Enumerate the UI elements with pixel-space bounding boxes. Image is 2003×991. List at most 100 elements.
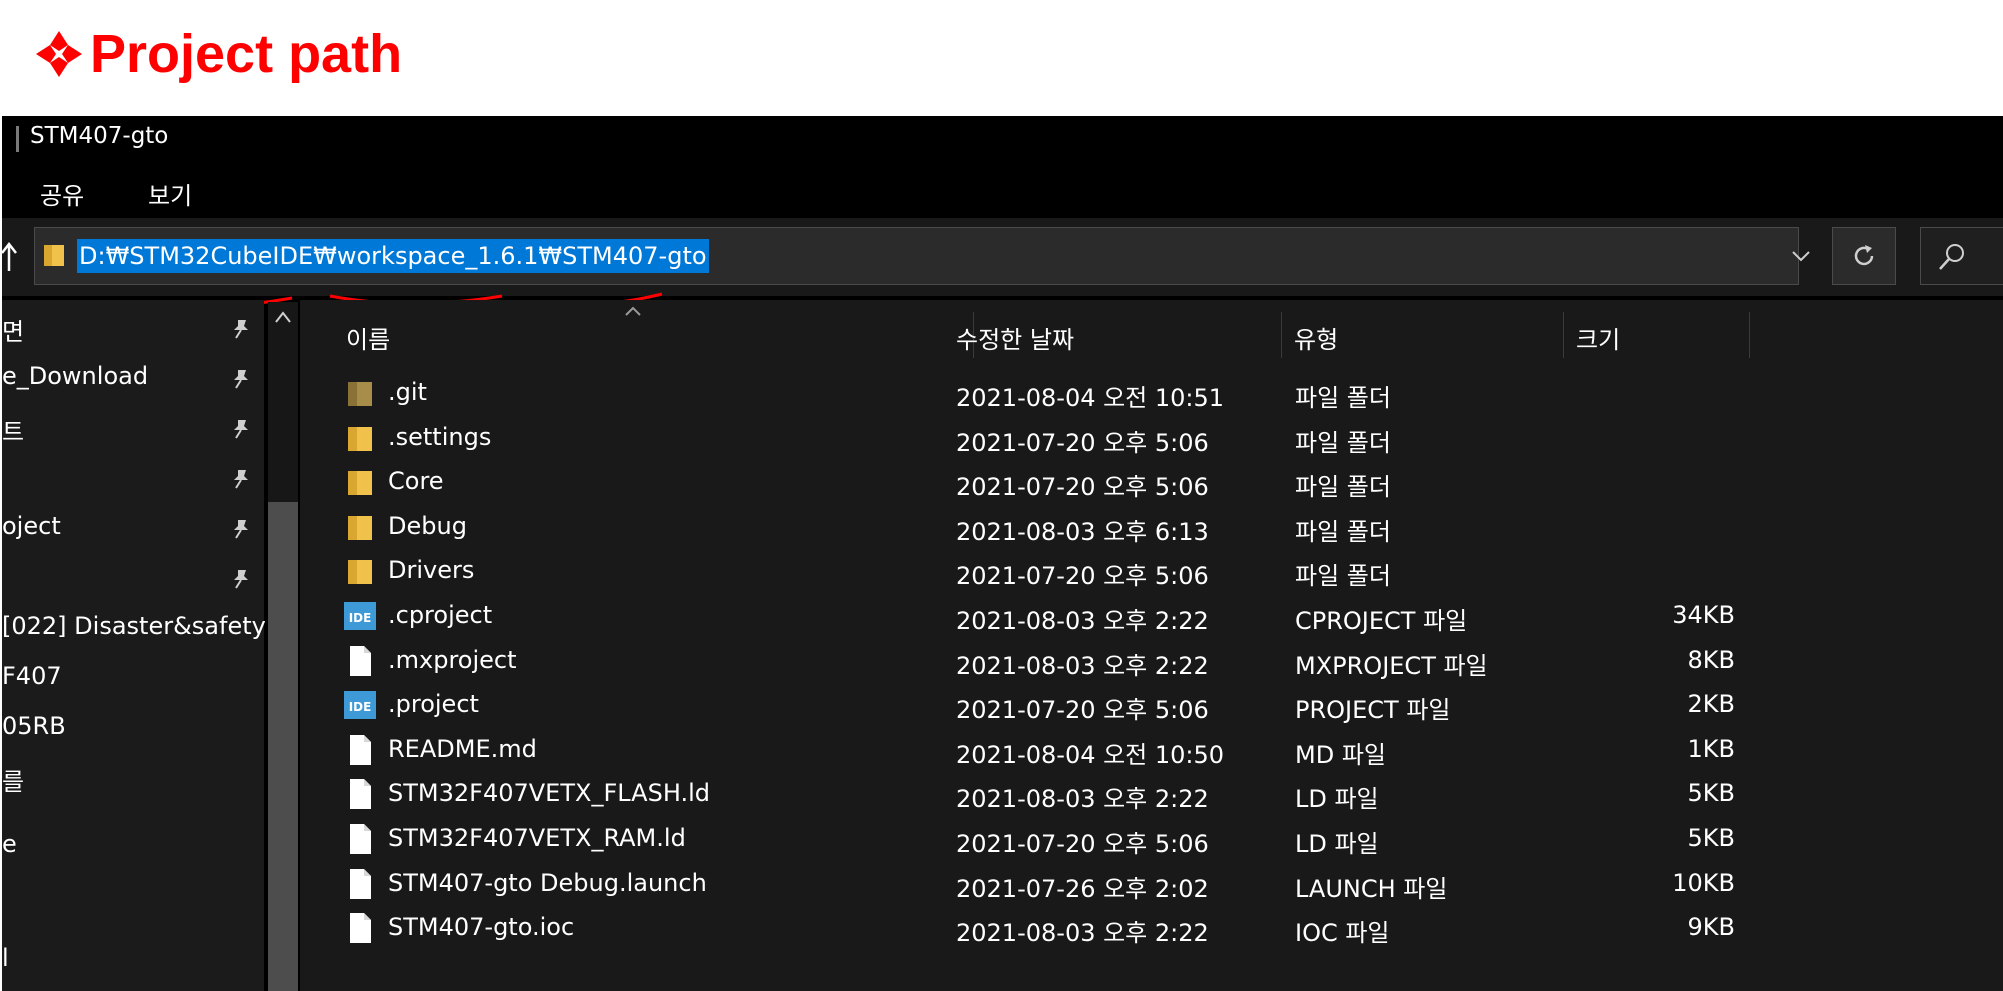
document-icon <box>350 734 371 765</box>
file-name: STM407-gto Debug.launch <box>388 868 707 897</box>
file-row[interactable]: README.md 2021-08-04 오전 10:50 MD 파일 1KB <box>300 729 1750 773</box>
file-row[interactable]: .mxproject 2021-08-03 오후 2:22 MXPROJECT 파일… <box>300 640 1750 684</box>
file-name: STM32F407VETX_RAM.ld <box>388 824 686 852</box>
nav-item-5[interactable]: oject <box>2 508 262 548</box>
ide-file-icon: IDE <box>344 691 376 720</box>
file-size-cell: 9KB <box>1585 907 1735 951</box>
ribbon-tab-view[interactable]: 보기 <box>148 176 192 211</box>
file-type: 파일 폴더 <box>1295 428 1391 457</box>
file-size-cell: 8KB <box>1585 640 1735 684</box>
document-icon <box>350 868 371 899</box>
chevron-up-icon[interactable] <box>274 310 292 324</box>
up-arrow-icon[interactable] <box>2 239 20 275</box>
file-type: 파일 폴더 <box>1295 473 1391 502</box>
nav-item-label: e <box>2 830 17 858</box>
file-size-cell: 1KB <box>1585 729 1735 773</box>
file-date: 2021-08-03 오후 2:22 <box>956 919 1209 948</box>
window-title: STM407-gto <box>30 123 169 149</box>
nav-item-6[interactable] <box>2 558 262 598</box>
nav-item-4[interactable] <box>2 458 262 498</box>
file-name: Debug <box>388 511 467 540</box>
file-list-pane: 이름 수정한 날짜 유형 크기 .git 2021-08-04 오전 10:51 파… <box>300 300 2003 991</box>
file-name: .settings <box>388 422 492 451</box>
address-bar[interactable]: D:₩STM32CubeIDE₩workspace_1.6.1₩STM407-g… <box>34 227 1799 285</box>
nav-item-12[interactable]: l <box>2 940 262 980</box>
address-dropdown-button[interactable] <box>1772 227 1830 285</box>
file-name: STM32F407VETX_FLASH.ld <box>388 779 710 808</box>
file-date: 2021-08-04 오전 10:50 <box>956 740 1225 769</box>
ide-icon-text: IDE <box>349 611 372 625</box>
file-date: 2021-08-03 오후 2:22 <box>956 785 1209 814</box>
nav-item-8[interactable]: F407 <box>2 658 262 698</box>
nav-item-1[interactable]: 면 <box>2 308 262 348</box>
file-date: 2021-07-20 오후 5:06 <box>956 473 1209 502</box>
scrollbar-thumb[interactable] <box>268 502 298 991</box>
column-header-label: 크기 <box>1576 326 1621 354</box>
nav-item-7[interactable]: [022] Disaster&safety m <box>2 608 297 648</box>
nav-item-label: 를 <box>2 768 25 796</box>
file-size: 8KB <box>1687 645 1735 674</box>
nav-item-3[interactable]: 트 <box>2 408 262 448</box>
file-date: 2021-07-20 오후 5:06 <box>956 562 1209 591</box>
column-header-date[interactable]: 수정한 날짜 <box>944 312 1282 358</box>
file-date: 2021-07-26 오후 2:02 <box>956 874 1209 903</box>
file-type: 파일 폴더 <box>1295 517 1391 546</box>
file-row[interactable]: .settings 2021-07-20 오후 5:06 파일 폴더 <box>300 417 1750 461</box>
file-name: Core <box>388 467 444 496</box>
column-header-size[interactable]: 크기 <box>1564 312 1750 358</box>
git-folder-icon <box>348 382 372 406</box>
document-icon <box>350 645 371 676</box>
nav-item-2[interactable]: e_Download <box>2 358 262 398</box>
nav-item-10[interactable]: 를 <box>2 758 262 798</box>
pin-icon[interactable] <box>230 318 252 340</box>
file-row[interactable]: Drivers 2021-07-20 오후 5:06 파일 폴더 <box>300 550 1750 594</box>
file-type: LD 파일 <box>1295 785 1379 814</box>
ribbon-tab-share[interactable]: 공유 <box>40 176 84 211</box>
file-row[interactable]: STM32F407VETX_FLASH.ld 2021-08-03 오후 2:22… <box>300 773 1750 817</box>
file-size-cell <box>1585 417 1735 461</box>
column-divider[interactable] <box>1749 312 1750 358</box>
nav-item-label: 면 <box>2 318 25 346</box>
file-name: Drivers <box>388 556 475 585</box>
file-row[interactable]: IDE .cproject 2021-08-03 오후 2:22 CPROJECT 파… <box>300 595 1750 639</box>
file-size: 1KB <box>1687 734 1735 763</box>
file-size-cell: 2KB <box>1585 684 1735 728</box>
column-header-name[interactable]: 이름 <box>334 306 974 358</box>
file-explorer-window: STM407-gto 공유 보기 D:₩STM32CubeIDE₩workspa… <box>2 116 2003 991</box>
column-header-type[interactable]: 유형 <box>1282 312 1564 358</box>
pin-icon[interactable] <box>230 418 252 440</box>
file-date: 2021-08-03 오후 2:22 <box>956 651 1209 680</box>
file-type: 파일 폴더 <box>1295 562 1391 591</box>
pin-icon[interactable] <box>230 368 252 390</box>
file-row[interactable]: Debug 2021-08-03 오후 6:13 파일 폴더 <box>300 506 1750 550</box>
nav-pane-scrollbar[interactable] <box>268 302 298 991</box>
file-row[interactable]: IDE .project 2021-07-20 오후 5:06 PROJECT 파일 2… <box>300 684 1750 728</box>
nav-item-9[interactable]: 05RB <box>2 708 262 748</box>
pin-icon[interactable] <box>230 568 252 590</box>
chevron-down-icon <box>1792 251 1810 262</box>
file-size: 2KB <box>1687 690 1735 719</box>
file-size-cell <box>1585 372 1735 416</box>
file-type: LD 파일 <box>1295 830 1379 858</box>
file-row[interactable]: STM407-gto.ioc 2021-08-03 오후 2:22 IOC 파일 9K… <box>300 907 1750 951</box>
file-size-cell: 5KB <box>1585 818 1735 862</box>
search-icon <box>1939 244 1964 270</box>
folder-icon <box>348 426 372 451</box>
address-path-text[interactable]: D:₩STM32CubeIDE₩workspace_1.6.1₩STM407-g… <box>77 239 709 273</box>
nav-item-label: [022] Disaster&safety m <box>2 612 297 640</box>
search-box[interactable] <box>1920 227 2003 285</box>
document-icon <box>350 824 371 854</box>
folder-icon <box>44 245 64 266</box>
pin-icon[interactable] <box>230 468 252 490</box>
refresh-button[interactable] <box>1832 227 1896 285</box>
file-row[interactable]: STM32F407VETX_RAM.ld 2021-07-20 오후 5:06 LD… <box>300 818 1750 862</box>
nav-item-11[interactable]: e <box>2 826 262 866</box>
refresh-icon <box>1854 245 1874 266</box>
file-row[interactable]: Core 2021-07-20 오후 5:06 파일 폴더 <box>300 461 1750 505</box>
file-date: 2021-07-20 오후 5:06 <box>956 830 1209 858</box>
file-name: .project <box>388 690 479 719</box>
slide-title: Project path <box>34 18 402 90</box>
pin-icon[interactable] <box>230 518 252 540</box>
file-row[interactable]: STM407-gto Debug.launch 2021-07-26 오후 2:0… <box>300 863 1750 907</box>
file-row[interactable]: .git 2021-08-04 오전 10:51 파일 폴더 <box>300 372 1750 416</box>
